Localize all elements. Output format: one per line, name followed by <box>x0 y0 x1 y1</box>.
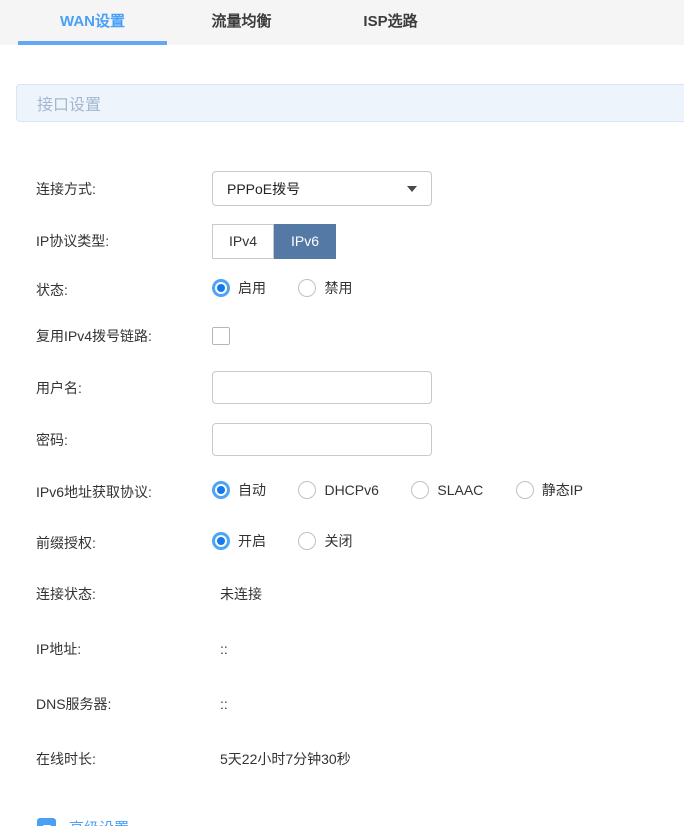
reuse-ipv4-link-checkbox[interactable] <box>212 327 230 345</box>
radio-label: 启用 <box>238 278 266 298</box>
ipv6-button[interactable]: IPv6 <box>274 224 336 259</box>
radio-unselected-icon <box>516 481 534 499</box>
row-username: 用户名: <box>36 371 684 404</box>
password-label: 密码: <box>36 430 212 450</box>
radio-auto[interactable]: 自动 <box>212 480 266 500</box>
radio-selected-icon <box>212 481 230 499</box>
radio-selected-icon <box>212 279 230 297</box>
radio-unselected-icon <box>298 279 316 297</box>
ip-protocol-label: IP协议类型: <box>36 231 212 251</box>
connection-type-value: PPPoE拨号 <box>227 179 300 199</box>
advanced-settings-label: 高级设置 <box>69 817 129 826</box>
radio-label: DHCPv6 <box>324 482 378 498</box>
online-time-value: 5天22小时7分钟30秒 <box>212 749 351 769</box>
radio-unselected-icon <box>298 532 316 550</box>
row-online-time: 在线时长: 5天22小时7分钟30秒 <box>36 749 684 769</box>
radio-static-ip[interactable]: 静态IP <box>516 480 583 500</box>
ip-address-label: IP地址: <box>36 639 212 659</box>
tab-isp-routing[interactable]: ISP选路 <box>316 0 465 45</box>
radio-label: 开启 <box>238 531 266 551</box>
username-label: 用户名: <box>36 378 212 398</box>
row-dns-server: DNS服务器: :: <box>36 694 684 714</box>
row-connection-status: 连接状态: 未连接 <box>36 584 684 604</box>
radio-selected-icon <box>212 532 230 550</box>
radio-status-disable[interactable]: 禁用 <box>298 278 352 298</box>
tab-wan-settings[interactable]: WAN设置 <box>18 0 167 45</box>
advanced-settings-toggle[interactable]: 高级设置 <box>37 817 129 826</box>
row-connection-type: 连接方式: PPPoE拨号 <box>36 171 684 206</box>
connection-status-value: 未连接 <box>212 584 262 604</box>
radio-prefix-off[interactable]: 关闭 <box>298 531 352 551</box>
status-radio-group: 启用 禁用 <box>212 278 380 302</box>
row-ipv6-address-protocol: IPv6地址获取协议: 自动 DHCPv6 SLAAC 静态IP <box>36 480 684 504</box>
online-time-label: 在线时长: <box>36 749 212 769</box>
chevron-down-square-icon <box>37 818 56 826</box>
radio-dhcpv6[interactable]: DHCPv6 <box>298 481 378 499</box>
radio-label: SLAAC <box>437 482 483 498</box>
radio-status-enable[interactable]: 启用 <box>212 278 266 298</box>
prefix-delegation-radio-group: 开启 关闭 <box>212 531 380 555</box>
row-password: 密码: <box>36 423 684 456</box>
row-status: 状态: 启用 禁用 <box>36 278 684 302</box>
radio-label: 静态IP <box>542 480 583 500</box>
ip-protocol-segmented: IPv4 IPv6 <box>212 224 336 259</box>
tab-bar: WAN设置 流量均衡 ISP选路 <box>0 0 684 45</box>
connection-type-select[interactable]: PPPoE拨号 <box>212 171 432 206</box>
radio-unselected-icon <box>298 481 316 499</box>
radio-label: 自动 <box>238 480 266 500</box>
chevron-down-icon <box>407 186 417 192</box>
reuse-ipv4-link-label: 复用IPv4拨号链路: <box>36 326 212 346</box>
tab-load-balancing[interactable]: 流量均衡 <box>167 0 316 45</box>
dns-server-value: :: <box>212 696 228 712</box>
ipv6-address-protocol-radio-group: 自动 DHCPv6 SLAAC 静态IP <box>212 480 611 504</box>
password-field[interactable] <box>212 423 432 456</box>
row-prefix-delegation: 前缀授权: 开启 关闭 <box>36 531 684 555</box>
connection-type-label: 连接方式: <box>36 179 212 199</box>
connection-status-label: 连接状态: <box>36 584 212 604</box>
ipv6-address-protocol-label: IPv6地址获取协议: <box>36 482 212 502</box>
wan-settings-form: 连接方式: PPPoE拨号 IP协议类型: IPv4 IPv6 状态: 启用 禁… <box>0 171 684 769</box>
ip-address-value: :: <box>212 641 228 657</box>
section-title-interface-settings: 接口设置 <box>16 84 684 122</box>
radio-label: 关闭 <box>324 531 352 551</box>
row-ip-protocol: IP协议类型: IPv4 IPv6 <box>36 223 684 259</box>
radio-slaac[interactable]: SLAAC <box>411 481 483 499</box>
username-field[interactable] <box>212 371 432 404</box>
radio-label: 禁用 <box>324 278 352 298</box>
radio-unselected-icon <box>411 481 429 499</box>
dns-server-label: DNS服务器: <box>36 694 212 714</box>
status-label: 状态: <box>36 280 212 300</box>
radio-prefix-on[interactable]: 开启 <box>212 531 266 551</box>
ipv4-button[interactable]: IPv4 <box>212 224 274 259</box>
row-reuse-ipv4-link: 复用IPv4拨号链路: <box>36 326 684 346</box>
prefix-delegation-label: 前缀授权: <box>36 533 212 553</box>
row-ip-address: IP地址: :: <box>36 639 684 659</box>
